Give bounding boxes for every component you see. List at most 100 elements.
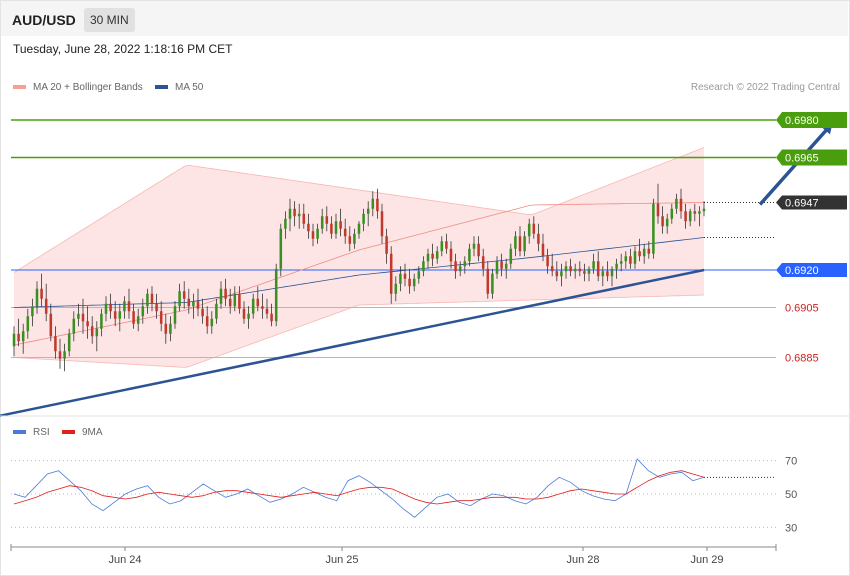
candle-down: [348, 236, 352, 244]
rsi-legend-label: RSI: [33, 427, 50, 438]
candle-up: [118, 311, 122, 319]
candle-up: [592, 261, 595, 269]
candle-down: [477, 243, 480, 257]
candle-up: [463, 261, 467, 267]
candle-down: [569, 266, 572, 272]
candle-up: [504, 263, 508, 269]
candle-up: [353, 233, 356, 244]
candle-up: [297, 213, 301, 217]
candle-up: [146, 293, 149, 307]
candle-down: [201, 308, 204, 317]
candle-down: [182, 291, 186, 299]
candle-up: [610, 268, 614, 277]
ma50-legend-label: MA 50: [175, 82, 204, 93]
rsi-lines: [13, 458, 776, 518]
ma9-legend-swatch: [62, 430, 75, 434]
candle-down: [242, 308, 246, 319]
candle-down: [403, 273, 407, 279]
candle-down: [500, 261, 503, 269]
candle-down: [629, 256, 632, 264]
candle-up: [560, 271, 563, 277]
candle-up: [141, 306, 145, 317]
candle-up: [698, 211, 701, 214]
candle-down: [228, 298, 232, 307]
candle-down: [606, 271, 609, 277]
candle-down: [40, 288, 43, 299]
candle-up: [412, 278, 416, 287]
candle-down: [307, 223, 310, 232]
candle-down: [311, 231, 315, 239]
candle-up: [468, 248, 471, 262]
candle-up: [104, 303, 108, 314]
candle-up: [67, 333, 71, 352]
candle-up: [491, 273, 494, 294]
candle-down: [679, 198, 683, 212]
support-label-4: 0.6905: [785, 303, 819, 315]
candle-down: [81, 313, 85, 322]
candle-down: [656, 203, 660, 217]
ma50-legend-swatch: [155, 85, 168, 89]
candle-up: [77, 313, 80, 319]
candle-down: [325, 216, 329, 224]
candle-down: [238, 293, 241, 309]
support-label-5: 0.6885: [785, 353, 819, 365]
candle-up: [527, 223, 531, 237]
candle-down: [343, 228, 347, 237]
x-tick-label: Jun 29: [690, 554, 723, 566]
candle-up: [210, 318, 214, 327]
candle-up: [247, 313, 250, 319]
candle-up: [652, 203, 655, 254]
candle-up: [665, 218, 669, 227]
candle-up: [458, 266, 462, 272]
candle-down: [293, 208, 296, 217]
candle-up: [12, 333, 16, 347]
rsi-legend-swatch: [13, 430, 26, 434]
candle-down: [150, 293, 154, 304]
candle-up: [251, 298, 255, 314]
candle-up: [362, 213, 365, 224]
candle-down: [578, 268, 582, 272]
candle-up: [274, 268, 278, 322]
candle-down: [661, 216, 664, 227]
candle-up: [123, 301, 126, 312]
candle-down: [537, 233, 540, 244]
x-tick-label: Jun 28: [566, 554, 599, 566]
candle-down: [454, 261, 457, 272]
candle-down: [44, 298, 48, 314]
candle-up: [366, 208, 370, 214]
candle-up: [371, 198, 375, 209]
candle-down: [127, 301, 131, 312]
candle-down: [385, 236, 388, 254]
candle-up: [435, 251, 439, 259]
candle-down: [196, 301, 200, 309]
candle-down: [555, 271, 559, 277]
candle-down: [155, 303, 158, 312]
candle-up: [615, 263, 618, 269]
candle-down: [339, 221, 342, 229]
ma9-legend-label: 9MA: [82, 427, 103, 438]
candle-up: [514, 236, 517, 249]
candle-down: [445, 241, 448, 249]
candle-up: [178, 291, 181, 307]
candle-down: [109, 303, 112, 312]
candle-up: [417, 271, 421, 279]
candle-down: [684, 211, 687, 222]
ma20-legend-swatch: [13, 85, 26, 89]
candle-down: [224, 288, 227, 299]
candle-up: [100, 313, 103, 329]
candle-up: [564, 266, 568, 272]
candle-down: [546, 256, 549, 267]
candle-down: [132, 311, 135, 324]
candle-up: [288, 208, 292, 219]
bollinger-band-area: [14, 147, 704, 368]
x-tick-label: Jun 25: [325, 554, 358, 566]
candle-down: [647, 248, 651, 254]
candle-up: [509, 248, 513, 264]
rsi-tick-70: 70: [785, 456, 797, 468]
candle-down: [408, 278, 411, 287]
rsi-tick-50: 50: [785, 489, 797, 501]
candle-up: [21, 331, 25, 342]
candle-down: [58, 351, 62, 359]
chart-canvas: MA 20 + Bollinger Bands MA 50 Research ©…: [0, 82, 850, 566]
candle-up: [573, 268, 577, 272]
